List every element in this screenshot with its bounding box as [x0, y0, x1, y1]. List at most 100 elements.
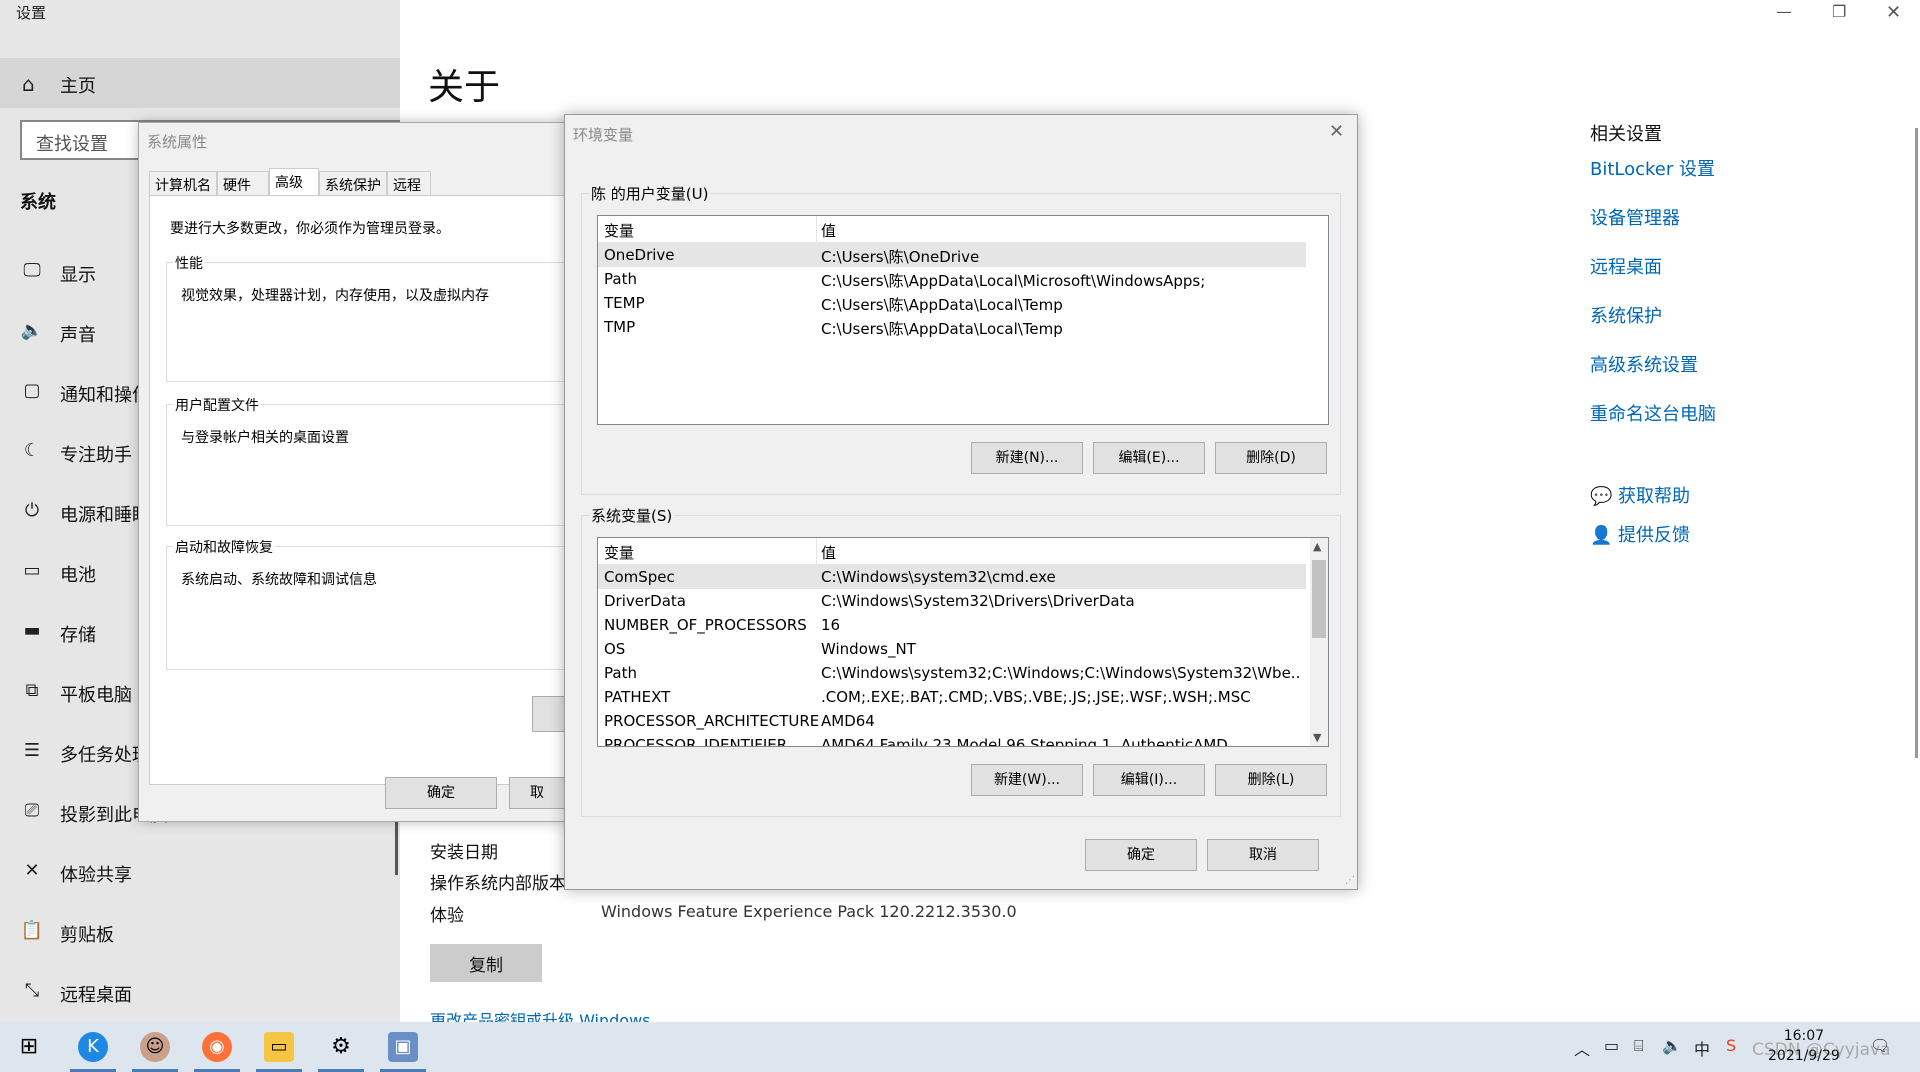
variable-name: TEMP: [604, 294, 645, 312]
taskbar-app-explorer[interactable]: ▭: [250, 1022, 308, 1072]
system-edit-button[interactable]: 编辑(I)...: [1093, 764, 1205, 796]
system-new-button[interactable]: 新建(W)...: [971, 764, 1083, 796]
user-new-button[interactable]: 新建(N)...: [971, 442, 1083, 474]
admin-note: 要进行大多数更改，你必须作为管理员登录。: [170, 221, 450, 237]
variable-value: 16: [821, 616, 841, 634]
variable-name: DriverData: [604, 592, 686, 610]
variable-name: PROCESSOR_ARCHITECTURE: [604, 712, 820, 730]
info-label-install-date: 安装日期: [430, 843, 498, 863]
home-icon: ⌂: [22, 72, 35, 96]
ime-indicator[interactable]: 中: [1694, 1036, 1710, 1060]
nav-item[interactable]: ✕ 体验共享: [0, 848, 400, 898]
sogou-icon[interactable]: S: [1726, 1036, 1736, 1055]
col-variable[interactable]: 变量: [604, 542, 634, 563]
variable-value: AMD64: [821, 712, 875, 730]
table-row[interactable]: Path C:\Users\陈\AppData\Local\Microsoft\W…: [598, 267, 1306, 291]
feedback-link[interactable]: 👤 提供反馈: [1590, 521, 1690, 547]
group-desc: 视觉效果，处理器计划，内存使用，以及虚拟内存: [181, 288, 489, 304]
scroll-down-icon[interactable]: ▼: [1313, 731, 1321, 744]
taskbar-app-avatar[interactable]: ☺: [126, 1022, 184, 1072]
window-title: 设置: [16, 4, 47, 22]
nav-item-label: 远程桌面: [60, 985, 132, 1006]
nav-home[interactable]: ⌂ 主页: [0, 58, 400, 108]
system-delete-button[interactable]: 删除(L): [1215, 764, 1327, 796]
user-edit-button[interactable]: 编辑(E)...: [1093, 442, 1205, 474]
related-link[interactable]: 设备管理器: [1590, 204, 1680, 230]
get-help-link[interactable]: 💬 获取帮助: [1590, 482, 1690, 508]
taskbar-app-k[interactable]: K: [64, 1022, 122, 1072]
taskbar-app-firefox[interactable]: ◉: [188, 1022, 246, 1072]
ok-button[interactable]: 确定: [385, 777, 497, 809]
cancel-button[interactable]: 取消: [1207, 839, 1319, 871]
ok-button[interactable]: 确定: [1085, 839, 1197, 871]
scroll-up-icon[interactable]: ▲: [1313, 540, 1321, 553]
table-row[interactable]: PROCESSOR_IDENTIFIER AMD64 Family 23 Mode…: [598, 733, 1306, 747]
nav-home-label: 主页: [60, 76, 96, 97]
network-icon[interactable]: ⌸: [1634, 1036, 1644, 1056]
firefox-icon: ◉: [202, 1032, 232, 1062]
tab-hardware[interactable]: 硬件: [217, 171, 269, 195]
upgrade-link[interactable]: 更改产品密钥或升级 Windows: [430, 1007, 651, 1022]
related-link[interactable]: 远程桌面: [1590, 253, 1662, 279]
page-scrollbar[interactable]: [1915, 128, 1918, 758]
table-row[interactable]: DriverData C:\Windows\System32\Drivers\Dr…: [598, 589, 1306, 613]
chevron-up-icon[interactable]: ︿: [1574, 1036, 1590, 1060]
minimize-button[interactable]: —: [1776, 2, 1792, 21]
list-scrollbar[interactable]: ▲ ▼: [1310, 538, 1328, 746]
list-header: 变量 值: [598, 538, 1306, 565]
tab-advanced[interactable]: 高级: [269, 168, 319, 195]
col-value[interactable]: 值: [821, 220, 836, 241]
nav-item-label: 声音: [60, 325, 96, 346]
clipboard-icon: 📋: [20, 920, 44, 941]
variable-value: Windows_NT: [821, 640, 916, 658]
tab-system-protection[interactable]: 系统保护: [319, 171, 387, 195]
user-variables-list[interactable]: 变量 值 OneDrive C:\Users\陈\OneDrive Path C:\U…: [597, 215, 1329, 425]
table-row[interactable]: PATHEXT .COM;.EXE;.BAT;.CMD;.VBS;.VBE;.JS…: [598, 685, 1306, 709]
related-link[interactable]: BitLocker 设置: [1590, 155, 1715, 181]
related-link[interactable]: 高级系统设置: [1590, 351, 1698, 377]
cancel-button[interactable]: 取: [509, 777, 565, 809]
copy-button[interactable]: 复制: [430, 944, 542, 982]
taskbar-app-settings[interactable]: ⚙: [312, 1022, 370, 1072]
main-scrollbar[interactable]: [395, 815, 398, 875]
table-row[interactable]: NUMBER_OF_PROCESSORS 16: [598, 613, 1306, 637]
close-icon[interactable]: ✕: [1329, 121, 1344, 142]
system-variables-list[interactable]: 变量 值 ComSpec C:\Windows\system32\cmd.exe D…: [597, 537, 1329, 747]
table-row[interactable]: TEMP C:\Users\陈\AppData\Local\Temp: [598, 291, 1306, 315]
col-value[interactable]: 值: [821, 542, 836, 563]
taskbar-app-system[interactable]: ▣: [374, 1022, 432, 1072]
dialog-title: 系统属性: [147, 133, 208, 151]
table-row[interactable]: ComSpec C:\Windows\system32\cmd.exe: [598, 565, 1306, 589]
environment-variables-dialog: 环境变量 ✕ 陈 的用户变量(U) 变量 值 OneDrive C:\Users\…: [564, 114, 1358, 890]
battery-icon[interactable]: ▭: [1604, 1036, 1619, 1055]
get-help-label: 获取帮助: [1618, 486, 1690, 507]
group-desc: 与登录帐户相关的桌面设置: [181, 430, 349, 446]
related-link[interactable]: 系统保护: [1590, 302, 1662, 328]
storage-icon: ▬: [23, 620, 41, 641]
variable-name: PROCESSOR_IDENTIFIER: [604, 736, 788, 747]
user-delete-button[interactable]: 删除(D): [1215, 442, 1327, 474]
feedback-label: 提供反馈: [1618, 525, 1690, 546]
resize-grip-icon[interactable]: ⋰: [1345, 875, 1355, 886]
nav-item[interactable]: 📋 剪贴板: [0, 908, 400, 958]
close-button[interactable]: ✕: [1886, 2, 1901, 23]
tab-remote[interactable]: 远程: [387, 171, 431, 195]
scroll-thumb[interactable]: [1312, 560, 1326, 638]
tab-computer-name[interactable]: 计算机名: [149, 171, 217, 195]
table-row[interactable]: OneDrive C:\Users\陈\OneDrive: [598, 243, 1306, 267]
volume-icon[interactable]: 🔈: [1662, 1036, 1682, 1055]
notification-icon[interactable]: 🗨: [1870, 1036, 1890, 1055]
table-row[interactable]: TMP C:\Users\陈\AppData\Local\Temp: [598, 315, 1306, 339]
group-title: 性能: [173, 253, 205, 273]
table-row[interactable]: OS Windows_NT: [598, 637, 1306, 661]
start-button[interactable]: ⊞: [0, 1022, 58, 1072]
restore-button[interactable]: ❐: [1832, 2, 1846, 21]
col-variable[interactable]: 变量: [604, 220, 634, 241]
search-placeholder: 查找设置: [36, 134, 108, 155]
project-icon: ⎚: [24, 800, 40, 821]
related-link[interactable]: 重命名这台电脑: [1590, 400, 1716, 426]
table-row[interactable]: Path C:\Windows\system32;C:\Windows;C:\Wi…: [598, 661, 1306, 685]
nav-item[interactable]: ⤡ 远程桌面: [0, 968, 400, 1018]
clock[interactable]: 16:07 2021/9/29: [1768, 1026, 1840, 1066]
table-row[interactable]: PROCESSOR_ARCHITECTURE AMD64: [598, 709, 1306, 733]
